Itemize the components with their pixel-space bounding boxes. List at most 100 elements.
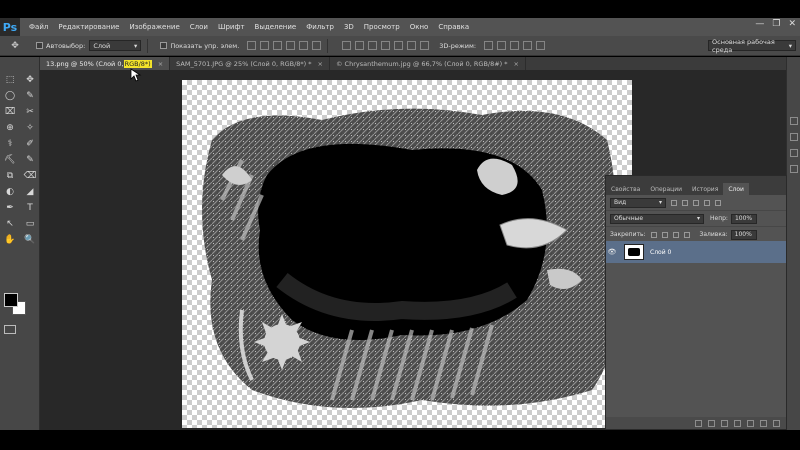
history-panel-icon[interactable] bbox=[789, 117, 798, 125]
align-bottom-icon[interactable] bbox=[273, 41, 283, 50]
tool-12-icon[interactable]: ⧉ bbox=[2, 169, 18, 182]
menu-view[interactable]: Просмотр bbox=[359, 23, 405, 31]
blend-mode-dropdown[interactable]: Обычные ▾ bbox=[610, 213, 704, 224]
tab-history[interactable]: История bbox=[687, 183, 723, 195]
link-layers-icon[interactable] bbox=[695, 419, 702, 427]
auto-align-icon[interactable] bbox=[420, 41, 430, 50]
workspace-dropdown[interactable]: Основная рабочая среда ▾ bbox=[708, 38, 796, 54]
filter-kind-dropdown[interactable]: Вид ▾ bbox=[610, 197, 666, 208]
menu-3d[interactable]: 3D bbox=[339, 23, 359, 31]
filter-type-icon[interactable] bbox=[693, 199, 699, 206]
distribute-right-icon[interactable] bbox=[407, 41, 417, 50]
tool-14-icon[interactable]: ◐ bbox=[2, 185, 18, 198]
info-panel-icon[interactable] bbox=[789, 149, 798, 157]
move-tool-preset[interactable]: ✥ bbox=[0, 38, 30, 54]
new-layer-icon[interactable] bbox=[760, 419, 767, 427]
minimize-icon[interactable]: — bbox=[755, 19, 764, 29]
tool-9-icon[interactable]: ✐ bbox=[22, 137, 38, 150]
3d-roll-icon[interactable] bbox=[497, 41, 507, 50]
filter-smart-icon[interactable] bbox=[715, 199, 721, 206]
filter-adjust-icon[interactable] bbox=[682, 199, 688, 206]
menu-filter[interactable]: Фильтр bbox=[301, 23, 339, 31]
tool-20-icon[interactable]: ✋ bbox=[2, 233, 18, 246]
tool-13-icon[interactable]: ⌫ bbox=[22, 169, 38, 182]
distribute-hcenter-icon[interactable] bbox=[394, 41, 404, 50]
show-controls-checkbox[interactable] bbox=[160, 42, 168, 49]
filter-shape-icon[interactable] bbox=[704, 199, 710, 206]
menu-edit[interactable]: Редактирование bbox=[53, 23, 124, 31]
menu-help[interactable]: Справка bbox=[433, 23, 474, 31]
align-hcenter-icon[interactable] bbox=[299, 41, 309, 50]
tool-10-icon[interactable]: ⛏ bbox=[2, 153, 18, 166]
properties-panel-icon[interactable] bbox=[789, 133, 798, 141]
new-group-icon[interactable] bbox=[747, 419, 754, 427]
foreground-color-swatch[interactable] bbox=[4, 293, 18, 307]
close-icon[interactable]: × bbox=[318, 60, 323, 68]
close-icon[interactable]: × bbox=[514, 60, 519, 68]
image-canvas[interactable] bbox=[182, 80, 632, 428]
tool-7-icon[interactable]: ✧ bbox=[22, 121, 38, 134]
fill-input[interactable]: 100% bbox=[730, 229, 757, 240]
auto-select-dropdown[interactable]: Слой ▾ bbox=[89, 40, 142, 51]
menu-type[interactable]: Шрифт bbox=[213, 23, 250, 31]
3d-scale-icon[interactable] bbox=[536, 41, 546, 50]
distribute-vcenter-icon[interactable] bbox=[355, 41, 365, 50]
3d-pan-icon[interactable] bbox=[510, 41, 520, 50]
tool-11-icon[interactable]: ✎ bbox=[22, 153, 38, 166]
tool-18-icon[interactable]: ↖ bbox=[2, 217, 18, 230]
delete-layer-icon[interactable] bbox=[773, 419, 780, 427]
tool-3-icon[interactable]: ✎ bbox=[22, 89, 38, 102]
menu-image[interactable]: Изображение bbox=[124, 23, 184, 31]
align-right-icon[interactable] bbox=[312, 41, 322, 50]
tab-13-png[interactable]: 13.png @ 50% (Слой 0, RGB/8*) × bbox=[40, 57, 171, 70]
tab-properties[interactable]: Свойства bbox=[606, 183, 645, 195]
menu-layers[interactable]: Слои bbox=[185, 23, 213, 31]
add-mask-icon[interactable] bbox=[721, 419, 728, 427]
tab-layers[interactable]: Слои bbox=[723, 183, 749, 195]
distribute-bottom-icon[interactable] bbox=[368, 41, 378, 50]
distribute-top-icon[interactable] bbox=[342, 41, 352, 50]
tool-4-icon[interactable]: ⌧ bbox=[2, 105, 18, 118]
menu-select[interactable]: Выделение bbox=[250, 23, 302, 31]
tool-8-icon[interactable]: ⚕ bbox=[2, 137, 18, 150]
menu-file[interactable]: Файл bbox=[24, 23, 53, 31]
close-icon[interactable]: × bbox=[158, 60, 163, 68]
tool-15-icon[interactable]: ◢ bbox=[22, 185, 38, 198]
align-vcenter-icon[interactable] bbox=[260, 41, 270, 50]
visibility-eye-icon[interactable]: 👁 bbox=[606, 248, 618, 256]
distribute-left-icon[interactable] bbox=[381, 41, 391, 50]
align-top-icon[interactable] bbox=[247, 41, 257, 50]
panel-grip[interactable] bbox=[606, 176, 786, 183]
tool-5-icon[interactable]: ✂ bbox=[22, 105, 38, 118]
tool-21-icon[interactable]: 🔍 bbox=[22, 233, 38, 246]
layer-name[interactable]: Слой 0 bbox=[650, 249, 671, 256]
tool-17-icon[interactable]: T bbox=[22, 201, 38, 214]
lock-pixels-icon[interactable] bbox=[661, 231, 668, 238]
lock-transparency-icon[interactable] bbox=[650, 231, 657, 238]
align-left-icon[interactable] bbox=[286, 41, 296, 50]
tool-19-icon[interactable]: ▭ bbox=[22, 217, 38, 230]
lock-position-icon[interactable] bbox=[672, 231, 679, 238]
adjustment-layer-icon[interactable] bbox=[734, 419, 741, 427]
tool-0-icon[interactable]: ⬚ bbox=[2, 73, 18, 86]
tab-actions[interactable]: Операции bbox=[645, 183, 687, 195]
layer-style-icon[interactable] bbox=[708, 419, 715, 427]
tool-1-icon[interactable]: ✥ bbox=[22, 73, 38, 86]
tool-16-icon[interactable]: ✒ bbox=[2, 201, 18, 214]
tab-chrysanthemum[interactable]: © Chrysanthemum.jpg @ 66,7% (Слой 0, RGB… bbox=[329, 57, 526, 70]
quick-mask-icon[interactable] bbox=[4, 325, 16, 334]
lock-all-icon[interactable] bbox=[683, 231, 690, 238]
layer-row[interactable]: 👁 Слой 0 bbox=[606, 241, 786, 263]
tool-2-icon[interactable]: ◯ bbox=[2, 89, 18, 102]
filter-pixel-icon[interactable] bbox=[671, 199, 677, 206]
tab-sam-5701[interactable]: SAM_5701.JPG @ 25% (Слой 0, RGB/8*) * × bbox=[170, 57, 330, 70]
auto-select-checkbox[interactable] bbox=[36, 42, 43, 49]
menu-window[interactable]: Окно bbox=[405, 23, 434, 31]
3d-rotate-icon[interactable] bbox=[484, 41, 494, 50]
3d-slide-icon[interactable] bbox=[523, 41, 533, 50]
tool-6-icon[interactable]: ⊕ bbox=[2, 121, 18, 134]
brush-panel-icon[interactable] bbox=[789, 165, 798, 173]
opacity-input[interactable]: 100% bbox=[730, 213, 757, 224]
restore-icon[interactable]: ❐ bbox=[772, 19, 780, 29]
close-icon[interactable]: ✕ bbox=[788, 19, 796, 29]
